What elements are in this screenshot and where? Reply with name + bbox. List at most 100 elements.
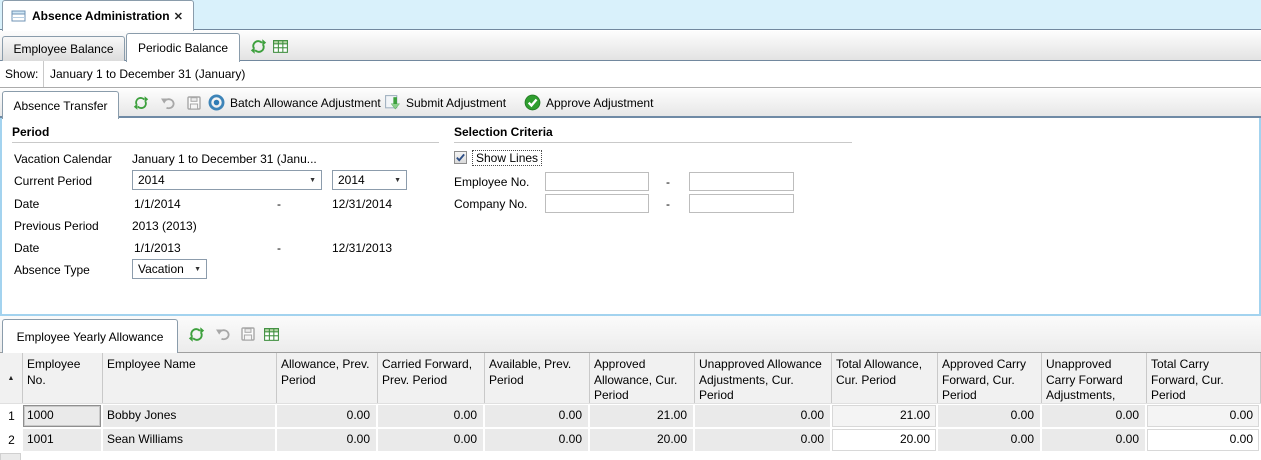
employee-no-from-input[interactable] [545, 172, 649, 191]
company-no-label: Company No. [454, 197, 527, 211]
grid-cell[interactable]: 0.00 [485, 429, 590, 451]
grid-cell[interactable]: 0.00 [695, 405, 832, 427]
tab-periodic-balance[interactable]: Periodic Balance [126, 33, 240, 62]
grid-cell[interactable]: 20.00 [590, 429, 695, 451]
date-label: Date [14, 197, 39, 211]
current-period-select[interactable]: 2014 ▼ [132, 170, 322, 190]
grid-cell[interactable]: 0.00 [938, 429, 1042, 451]
chevron-down-icon: ▼ [394, 177, 401, 184]
grid-view-icon[interactable] [263, 326, 280, 343]
grid-cell[interactable]: 0.00 [938, 405, 1042, 427]
refresh-icon[interactable] [250, 38, 267, 55]
grid-cell[interactable]: 0.00 [695, 429, 832, 451]
new-row-stub[interactable] [0, 453, 21, 460]
absence-type-label: Absence Type [14, 263, 90, 277]
row-number[interactable]: 2 [0, 429, 23, 451]
column-header[interactable]: Unapproved Carry Forward Adjustments, Cu… [1042, 353, 1147, 403]
column-header[interactable]: Approved Allowance, Cur. Period [590, 353, 695, 403]
column-header[interactable]: Allowance, Prev. Period [277, 353, 378, 403]
grid-cell[interactable]: 0.00 [277, 429, 378, 451]
grid-cell[interactable]: 0.00 [277, 405, 378, 427]
undo-icon[interactable] [215, 326, 231, 342]
date-range-separator: - [273, 197, 285, 211]
column-header[interactable]: Available, Prev. Period [485, 353, 590, 403]
show-period-field[interactable]: January 1 to December 31 (January) [43, 61, 1261, 87]
grid-cell[interactable]: 0.00 [1147, 405, 1261, 427]
period-divider [12, 142, 439, 143]
employee-no-range-separator: - [662, 175, 674, 189]
save-button[interactable] [186, 89, 202, 116]
previous-period-value: 2013 (2013) [132, 219, 197, 233]
grid-cell[interactable]: 0.00 [1042, 429, 1147, 451]
company-no-range-separator: - [662, 197, 674, 211]
date-from-value: 1/1/2014 [134, 197, 181, 211]
grid-cell[interactable]: 1001 [23, 429, 103, 451]
document-tab-absence-administration[interactable]: Absence Administration ✕ [2, 0, 194, 31]
column-header[interactable]: Carried Forward, Prev. Period [378, 353, 485, 403]
grid-cell[interactable]: Sean Williams [103, 429, 277, 451]
tab-employee-balance[interactable]: Employee Balance [2, 36, 125, 61]
column-header[interactable]: Total Allowance, Cur. Period [832, 353, 938, 403]
column-header[interactable]: Employee Name [103, 353, 277, 403]
submit-adjustment-icon [384, 94, 401, 111]
absence-administration-window: Absence Administration ✕ Employee Balanc… [0, 0, 1261, 460]
employee-yearly-allowance-grid: ▲ Employee No.Employee NameAllowance, Pr… [0, 353, 1261, 460]
absence-type-select[interactable]: Vacation ▼ [132, 259, 207, 279]
grid-cell[interactable]: 21.00 [832, 405, 938, 427]
previous-date-range-separator: - [273, 241, 285, 255]
grid-cell[interactable]: 1000 [23, 405, 103, 427]
grid-cell[interactable]: 0.00 [485, 405, 590, 427]
previous-date-label: Date [14, 241, 39, 255]
tab-employee-yearly-allowance-label: Employee Yearly Allowance [17, 330, 164, 344]
show-lines-checkbox[interactable] [454, 151, 467, 164]
close-icon[interactable]: ✕ [172, 10, 185, 23]
show-lines-label[interactable]: Show Lines [472, 150, 542, 166]
sort-ascending-icon[interactable]: ▲ [0, 353, 23, 403]
refresh-icon[interactable] [188, 326, 205, 343]
tab-absence-transfer[interactable]: Absence Transfer [2, 91, 119, 119]
form-icon [11, 9, 26, 23]
tab-employee-balance-label: Employee Balance [13, 42, 113, 56]
view-tab-row: Employee Balance Periodic Balance [0, 31, 1261, 61]
batch-allowance-adjustment-button[interactable]: Batch Allowance Adjustment [208, 89, 381, 116]
row-number[interactable]: 1 [0, 405, 23, 427]
vacation-calendar-label: Vacation Calendar [14, 152, 112, 166]
column-header[interactable]: Employee No. [23, 353, 103, 403]
table-row: 21001Sean Williams0.000.000.0020.000.002… [0, 429, 1261, 451]
refresh-button[interactable] [133, 89, 149, 116]
current-period-year-value: 2014 [338, 173, 365, 187]
submit-adjustment-button[interactable]: Submit Adjustment [384, 89, 506, 116]
vacation-calendar-value: January 1 to December 31 (Janu... [132, 152, 317, 166]
save-icon[interactable] [240, 326, 256, 342]
tab-absence-transfer-label: Absence Transfer [13, 99, 107, 113]
grid-cell[interactable]: 0.00 [1042, 405, 1147, 427]
approve-adjustment-button[interactable]: Approve Adjustment [524, 89, 653, 116]
company-no-from-input[interactable] [545, 194, 649, 213]
grid-cell[interactable]: 21.00 [590, 405, 695, 427]
tab-employee-yearly-allowance[interactable]: Employee Yearly Allowance [2, 319, 178, 353]
employee-no-to-input[interactable] [689, 172, 794, 191]
tab-periodic-balance-label: Periodic Balance [138, 41, 228, 55]
column-header[interactable]: Unapproved Allowance Adjustments, Cur. P… [695, 353, 832, 403]
period-section-title: Period [12, 125, 49, 139]
previous-period-label: Previous Period [14, 219, 99, 233]
grid-cell[interactable]: 0.00 [1147, 429, 1261, 451]
undo-button[interactable] [160, 89, 176, 116]
table-row: 11000Bobby Jones0.000.000.0021.000.0021.… [0, 405, 1261, 427]
grid-cell[interactable]: Bobby Jones [103, 405, 277, 427]
save-icon [186, 95, 202, 111]
absence-transfer-toolbar: Absence Transfer [0, 89, 1261, 118]
approve-adjustment-label: Approve Adjustment [546, 96, 653, 110]
allowance-grid-toolbar: Employee Yearly Allowance [0, 316, 1261, 353]
selection-criteria-divider [454, 142, 852, 143]
show-label: Show: [5, 61, 38, 87]
column-header[interactable]: Approved Carry Forward, Cur. Period [938, 353, 1042, 403]
grid-cell[interactable]: 0.00 [378, 429, 485, 451]
column-header[interactable]: Total Carry Forward, Cur. Period [1147, 353, 1261, 403]
grid-view-icon[interactable] [272, 38, 289, 55]
grid-cell[interactable]: 0.00 [378, 405, 485, 427]
company-no-to-input[interactable] [689, 194, 794, 213]
grid-cell[interactable]: 20.00 [832, 429, 938, 451]
current-period-year-select[interactable]: 2014 ▼ [332, 170, 407, 190]
document-tab-title: Absence Administration [32, 9, 170, 23]
